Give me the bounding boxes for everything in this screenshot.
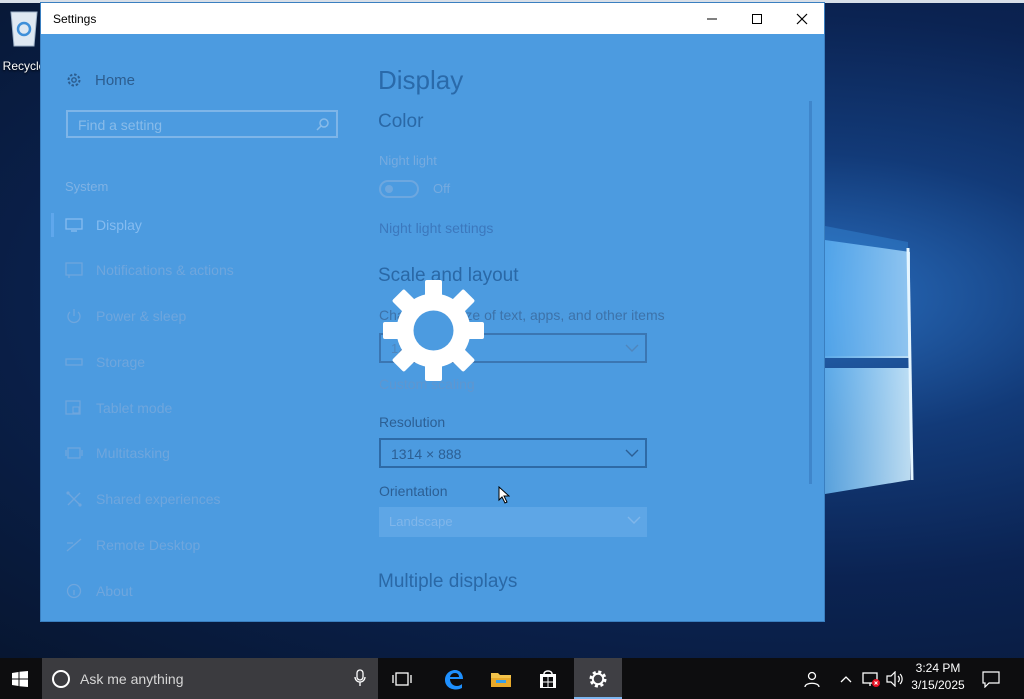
- chevron-up-icon: [840, 675, 852, 682]
- sidebar-item-label: Remote Desktop: [96, 537, 201, 553]
- gear-icon: [67, 73, 81, 87]
- volume-button[interactable]: [884, 658, 906, 699]
- cortana-icon: [52, 669, 70, 688]
- store-button[interactable]: [527, 658, 569, 699]
- sidebar-item-notifications[interactable]: Notifications & actions: [65, 262, 234, 278]
- windows-start-icon: [12, 670, 28, 687]
- folder-icon: [491, 672, 511, 687]
- window-title: Settings: [53, 12, 97, 26]
- speaker-icon: [886, 670, 903, 687]
- sidebar-item-display[interactable]: Display: [65, 217, 142, 233]
- clock-time: 3:24 PM: [915, 661, 961, 675]
- nav-home[interactable]: Home: [65, 71, 135, 89]
- close-button[interactable]: [779, 3, 824, 34]
- network-disconnected-icon: [862, 671, 880, 687]
- search-icon: [316, 118, 329, 131]
- sidebar-item-power-sleep[interactable]: Power & sleep: [65, 308, 186, 324]
- recycle-bin-icon: [10, 11, 38, 47]
- sidebar-item-label: Notifications & actions: [96, 262, 234, 278]
- night-light-label: Night light: [379, 153, 437, 168]
- mouse-cursor-icon: [498, 486, 510, 504]
- sidebar-item-multitasking[interactable]: Multitasking: [65, 445, 170, 461]
- find-setting-input[interactable]: Find a setting: [66, 110, 338, 138]
- chevron-down-icon: [625, 449, 639, 457]
- tablet-icon: [65, 400, 81, 415]
- sidebar-item-label: About: [96, 583, 133, 599]
- network-button[interactable]: [858, 658, 884, 699]
- sidebar-item-remote-desktop[interactable]: Remote Desktop: [65, 537, 200, 553]
- settings-gear-icon: [383, 280, 484, 381]
- settings-window: Settings Home Find a setting System Disp…: [41, 3, 824, 621]
- clock-date: 3/15/2025: [911, 678, 965, 692]
- sidebar-item-label: Display: [96, 217, 142, 233]
- monitor-icon: [65, 218, 83, 232]
- taskbar-clock[interactable]: 3:24 PM 3/15/2025: [906, 660, 970, 698]
- edge-icon: [445, 669, 463, 689]
- action-center-icon: [982, 670, 1000, 688]
- resolution-value: 1314 × 888: [391, 446, 462, 462]
- storage-icon: [65, 358, 83, 366]
- close-icon: [796, 13, 807, 24]
- edge-browser-button[interactable]: [432, 658, 474, 699]
- color-section-heading: Color: [378, 111, 424, 132]
- sidebar-item-label: Storage: [96, 354, 146, 370]
- notifications-icon: [65, 262, 83, 278]
- selected-nav-indicator: [51, 213, 54, 237]
- gear-icon: [589, 670, 607, 687]
- night-light-toggle[interactable]: [379, 180, 419, 198]
- sidebar-item-label: Shared experiences: [96, 491, 221, 507]
- task-view-icon: [392, 671, 412, 686]
- people-icon: [804, 671, 820, 687]
- taskbar: Ask me anything 3:24 PM 3/15/2025: [0, 658, 1024, 699]
- maximize-icon: [751, 13, 762, 24]
- chevron-down-icon: [625, 344, 639, 352]
- nav-home-label: Home: [95, 71, 136, 89]
- sidebar-item-about[interactable]: About: [65, 583, 133, 599]
- multiple-displays-heading: Multiple displays: [378, 571, 518, 592]
- about-icon: [66, 583, 82, 599]
- show-hidden-icons-button[interactable]: [836, 658, 856, 699]
- taskbar-search[interactable]: Ask me anything: [42, 658, 378, 699]
- microphone-icon[interactable]: [354, 669, 366, 687]
- task-view-button[interactable]: [382, 658, 422, 699]
- toggle-knob: [385, 185, 393, 193]
- shared-icon: [66, 491, 82, 507]
- titlebar[interactable]: Settings: [41, 3, 824, 34]
- file-explorer-button[interactable]: [480, 658, 522, 699]
- sidebar-section-label: System: [65, 179, 109, 194]
- sidebar-item-storage[interactable]: Storage: [65, 354, 145, 370]
- minimize-icon: [706, 18, 717, 19]
- page-title: Display: [378, 65, 464, 95]
- find-setting-placeholder: Find a setting: [78, 117, 163, 133]
- action-center-button[interactable]: [980, 658, 1002, 699]
- night-light-state: Off: [433, 181, 451, 196]
- multitasking-icon: [65, 447, 83, 459]
- orientation-label: Orientation: [379, 483, 448, 499]
- night-light-settings-link[interactable]: Night light settings: [379, 220, 493, 236]
- maximize-button[interactable]: [734, 3, 779, 34]
- people-button[interactable]: [798, 658, 826, 699]
- sidebar-item-tablet-mode[interactable]: Tablet mode: [65, 400, 172, 416]
- sidebar-item-label: Power & sleep: [96, 308, 187, 324]
- start-button[interactable]: [0, 658, 40, 699]
- settings-taskbar-button[interactable]: [574, 658, 622, 699]
- orientation-dropdown[interactable]: Landscape: [379, 507, 647, 537]
- orientation-value: Landscape: [389, 514, 453, 529]
- resolution-label: Resolution: [379, 414, 446, 430]
- sidebar-item-label: Tablet mode: [96, 400, 173, 416]
- store-icon: [540, 669, 556, 688]
- windows-logo-wallpaper: [820, 225, 914, 494]
- chevron-down-icon: [627, 516, 641, 524]
- resolution-dropdown[interactable]: 1314 × 888: [379, 438, 647, 468]
- taskbar-search-placeholder: Ask me anything: [80, 670, 184, 687]
- scrollbar[interactable]: [809, 101, 812, 484]
- sidebar-item-label: Multitasking: [96, 445, 170, 461]
- sidebar-item-shared-experiences[interactable]: Shared experiences: [65, 491, 221, 507]
- power-icon: [67, 309, 81, 324]
- minimize-button[interactable]: [689, 3, 734, 34]
- remote-icon: [66, 538, 82, 552]
